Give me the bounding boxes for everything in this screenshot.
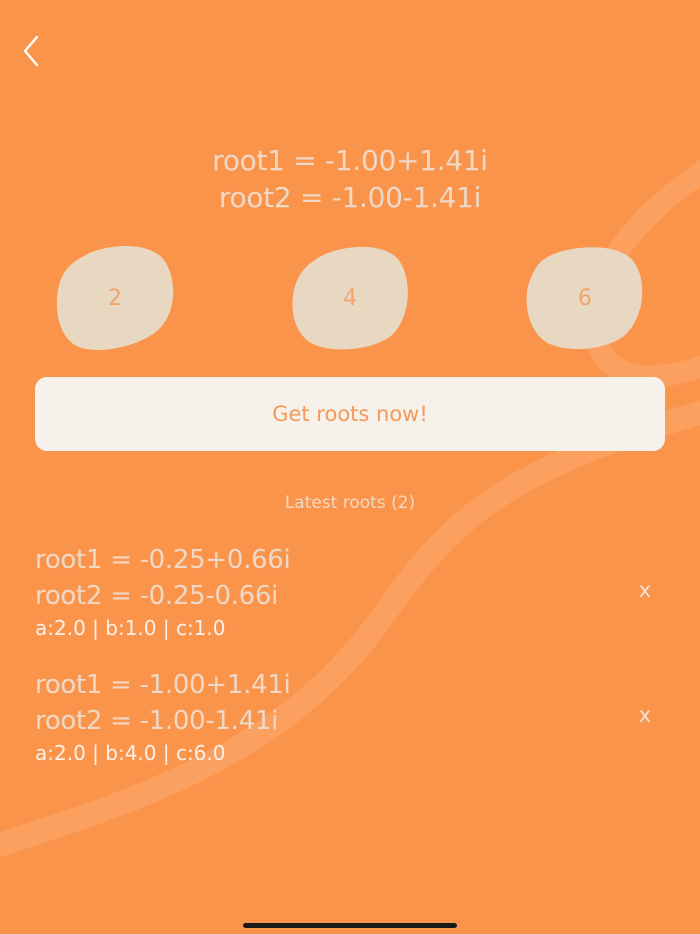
background-decoration <box>0 159 700 858</box>
coefficient-a-blob[interactable]: 2 <box>54 242 176 354</box>
history-coefficients: a:2.0 | b:1.0 | c:1.0 <box>35 616 226 640</box>
history-coefficients: a:2.0 | b:4.0 | c:6.0 <box>35 741 226 765</box>
back-button[interactable] <box>14 32 48 70</box>
get-roots-label: Get roots now! <box>272 402 428 426</box>
coefficient-c-value: 6 <box>578 285 592 311</box>
get-roots-button[interactable]: Get roots now! <box>35 377 665 451</box>
history-root1: root1 = -1.00+1.41i <box>35 670 291 700</box>
result-root1: root1 = -1.00+1.41i <box>212 144 488 177</box>
history-item: root1 = -0.25+0.66i root2 = -0.25-0.66i … <box>35 542 665 642</box>
coefficient-b-blob[interactable]: 4 <box>289 242 411 354</box>
coefficient-b-value: 4 <box>343 285 357 311</box>
delete-history-button[interactable]: x <box>630 697 660 733</box>
history-root2: root2 = -1.00-1.41i <box>35 706 279 736</box>
history-item: root1 = -1.00+1.41i root2 = -1.00-1.41i … <box>35 667 665 767</box>
current-result: root1 = -1.00+1.41i root2 = -1.00-1.41i <box>0 142 700 216</box>
coefficient-c-blob[interactable]: 6 <box>524 242 646 354</box>
history-root1: root1 = -0.25+0.66i <box>35 545 291 575</box>
result-root2: root2 = -1.00-1.41i <box>218 181 482 214</box>
home-indicator[interactable] <box>243 923 457 928</box>
latest-roots-title: Latest roots (2) <box>284 493 416 513</box>
coefficient-a-value: 2 <box>108 285 122 311</box>
history-root2: root2 = -0.25-0.66i <box>35 581 279 611</box>
delete-history-button[interactable]: x <box>630 572 660 608</box>
chevron-left-icon <box>23 35 39 67</box>
coefficient-selectors: 2 4 6 <box>0 242 700 354</box>
